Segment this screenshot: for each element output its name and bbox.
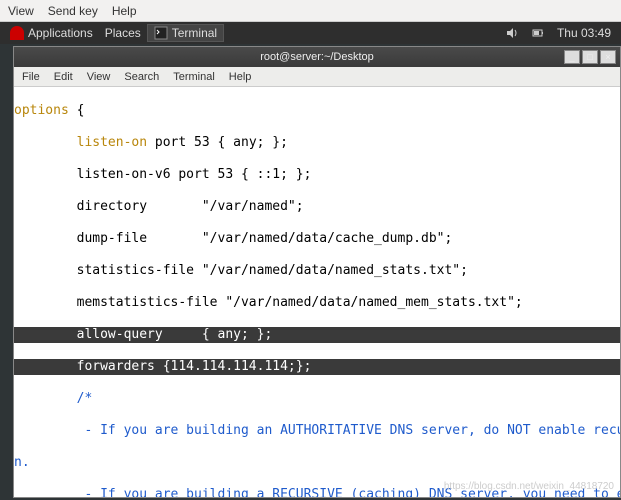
code-keyword: options bbox=[14, 103, 69, 118]
sound-indicator[interactable] bbox=[499, 26, 525, 40]
terminal-menubar: File Edit View Search Terminal Help bbox=[14, 67, 620, 87]
menu-terminal[interactable]: Terminal bbox=[173, 71, 215, 83]
code-text: dump-file "/var/named/data/cache_dump.db… bbox=[14, 231, 620, 247]
watermark: https://blog.csdn.net/weixin_44818720 bbox=[444, 479, 614, 495]
close-button[interactable]: × bbox=[600, 50, 616, 64]
clock-label: Thu 03:49 bbox=[557, 26, 611, 40]
applications-menu[interactable]: Applications bbox=[4, 26, 99, 40]
code-text: { bbox=[69, 103, 85, 118]
places-menu[interactable]: Places bbox=[99, 26, 147, 40]
terminal-content[interactable]: options { listen-on port 53 { any; }; li… bbox=[14, 87, 620, 497]
code-text: port 53 { any; }; bbox=[147, 135, 288, 150]
gnome-panel: Applications Places Terminal Thu 03:49 bbox=[0, 22, 621, 44]
window-title: root@server:~/Desktop bbox=[260, 51, 374, 63]
taskbar-terminal-label: Terminal bbox=[172, 26, 217, 40]
code-text: directory "/var/named"; bbox=[14, 199, 620, 215]
places-label: Places bbox=[105, 26, 141, 40]
code-text: statistics-file "/var/named/data/named_s… bbox=[14, 263, 620, 279]
menu-help[interactable]: Help bbox=[229, 71, 252, 83]
selected-line: forwarders {114.114.114.114;}; bbox=[14, 359, 620, 375]
code-comment: - If you are building an AUTHORITATIVE D… bbox=[14, 423, 620, 439]
battery-indicator[interactable] bbox=[525, 26, 551, 40]
sound-icon bbox=[505, 26, 519, 40]
taskbar-terminal[interactable]: Terminal bbox=[147, 24, 224, 42]
vm-top-menu: View Send key Help bbox=[0, 0, 621, 22]
menu-edit[interactable]: Edit bbox=[54, 71, 73, 83]
menu-view[interactable]: View bbox=[87, 71, 111, 83]
selected-line: allow-query { any; }; bbox=[14, 327, 620, 343]
terminal-window: root@server:~/Desktop _ □ × File Edit Vi… bbox=[13, 46, 621, 498]
code-text: memstatistics-file "/var/named/data/name… bbox=[14, 295, 620, 311]
menu-search[interactable]: Search bbox=[124, 71, 159, 83]
vm-menu-help[interactable]: Help bbox=[112, 4, 137, 18]
code-text: listen-on-v6 port 53 { ::1; }; bbox=[14, 167, 620, 183]
terminal-icon bbox=[154, 26, 168, 40]
vm-menu-view[interactable]: View bbox=[8, 4, 34, 18]
vm-menu-send-key[interactable]: Send key bbox=[48, 4, 98, 18]
code-comment: /* bbox=[14, 391, 620, 407]
menu-file[interactable]: File bbox=[22, 71, 40, 83]
maximize-button[interactable]: □ bbox=[582, 50, 598, 64]
minimize-button[interactable]: _ bbox=[564, 50, 580, 64]
redhat-icon bbox=[10, 26, 24, 40]
clock[interactable]: Thu 03:49 bbox=[551, 26, 617, 40]
code-keyword: listen-on bbox=[77, 135, 147, 150]
applications-label: Applications bbox=[28, 26, 93, 40]
terminal-titlebar[interactable]: root@server:~/Desktop _ □ × bbox=[14, 47, 620, 67]
battery-icon bbox=[531, 26, 545, 40]
code-comment: n. bbox=[14, 455, 620, 471]
